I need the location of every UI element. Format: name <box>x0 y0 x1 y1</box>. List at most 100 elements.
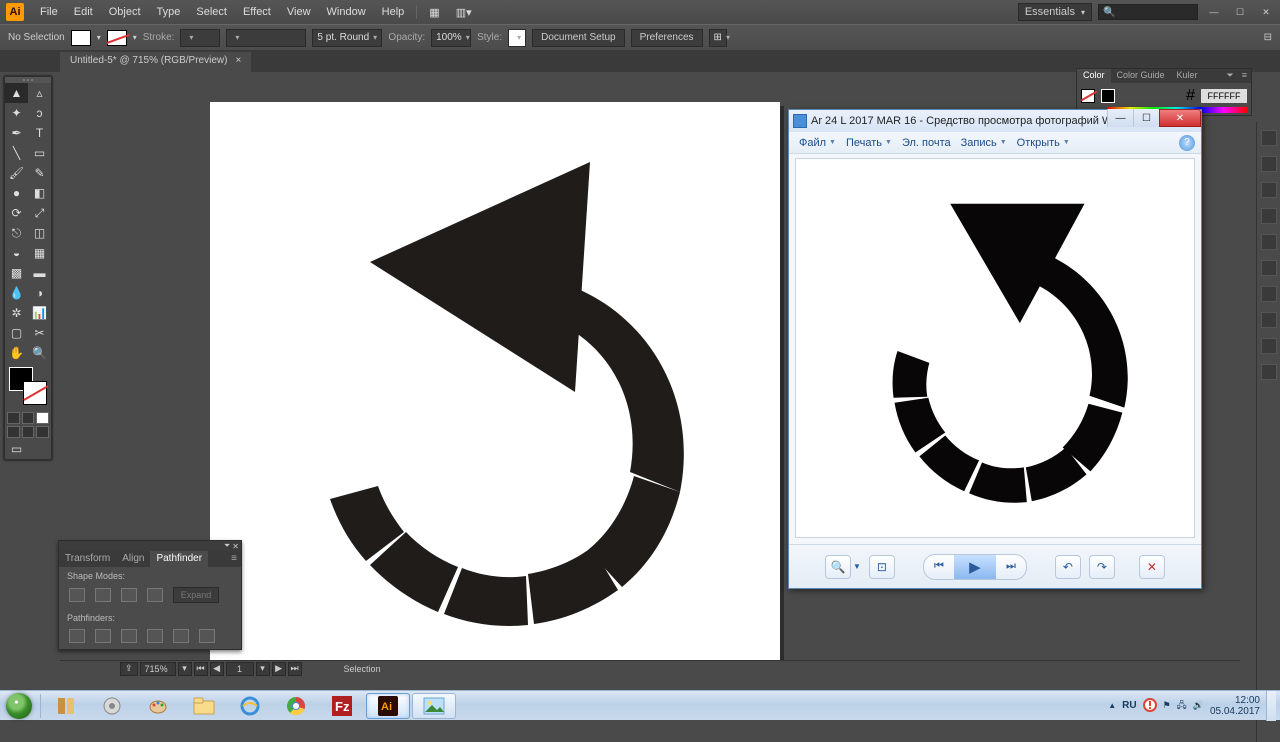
draw-behind-icon[interactable] <box>22 426 35 438</box>
zoom-tool[interactable]: 🔍 <box>28 343 51 363</box>
width-tool[interactable]: ⎋ <box>5 223 28 243</box>
pen-tool[interactable]: ✒ <box>5 123 28 143</box>
crop-icon[interactable] <box>147 629 163 643</box>
wpv-actual-size-button[interactable]: ⊡ <box>869 555 895 579</box>
fill-swatch[interactable] <box>71 30 91 46</box>
zoom-level[interactable]: 715% <box>140 662 176 676</box>
brushes-panel-icon[interactable] <box>1261 182 1277 198</box>
tray-clock[interactable]: 12:00 05.04.2017 <box>1210 695 1260 717</box>
wpv-prev-button[interactable]: ⏮ <box>924 555 954 579</box>
artboard-tool[interactable]: ▢ <box>5 323 28 343</box>
panel-header[interactable]: ⏷✕ <box>59 541 241 551</box>
taskbar-media-icon[interactable] <box>90 693 134 719</box>
rotate-tool[interactable]: ⟳ <box>5 203 28 223</box>
taskbar-photoviewer-icon[interactable] <box>412 693 456 719</box>
workspace-switcher[interactable]: Essentials <box>1018 3 1092 21</box>
eyedropper-tool[interactable]: 💧 <box>5 283 28 303</box>
blob-brush-tool[interactable]: ● <box>5 183 28 203</box>
taskbar-ie-icon[interactable] <box>228 693 272 719</box>
menu-select[interactable]: Select <box>188 6 235 18</box>
hand-tool[interactable]: ✋ <box>5 343 28 363</box>
panel-collapse-icon[interactable]: ⏷ <box>1223 69 1238 83</box>
artboard-dropdown[interactable]: ▾ <box>256 662 270 676</box>
graph-tool[interactable]: 📊 <box>28 303 51 323</box>
wpv-minimize-button[interactable]: — <box>1107 109 1133 127</box>
document-tab[interactable]: Untitled-5* @ 715% (RGB/Preview) × <box>60 52 251 72</box>
menu-file[interactable]: File <box>32 6 66 18</box>
lasso-tool[interactable]: ɔ <box>28 103 51 123</box>
chevron-down-icon[interactable]: ▼ <box>853 562 861 571</box>
variable-width-profile[interactable] <box>226 29 306 47</box>
wpv-zoom-button[interactable]: 🔍 <box>825 555 851 579</box>
wpv-menu-print[interactable]: Печать▼ <box>842 135 896 151</box>
layers-panel-icon[interactable] <box>1261 364 1277 380</box>
tab-color-guide[interactable]: Color Guide <box>1111 69 1171 83</box>
eraser-tool[interactable]: ◧ <box>28 183 51 203</box>
wpv-menu-file[interactable]: Файл▼ <box>795 135 840 151</box>
screen-mode-tool[interactable]: ▭ <box>5 439 28 459</box>
menu-object[interactable]: Object <box>101 6 149 18</box>
wpv-rotate-cw-button[interactable]: ↷ <box>1089 555 1115 579</box>
last-artboard-button[interactable]: ⏭ <box>288 662 302 676</box>
chevron-down-icon[interactable] <box>97 32 101 43</box>
wpv-slideshow-button[interactable]: ▶ <box>954 555 996 579</box>
direct-selection-tool[interactable]: ▵ <box>28 83 51 103</box>
next-artboard-button[interactable]: ▶ <box>272 662 286 676</box>
perspective-tool[interactable]: ▦ <box>28 243 51 263</box>
taskbar-chrome-icon[interactable] <box>274 693 318 719</box>
wpv-rotate-ccw-button[interactable]: ↶ <box>1055 555 1081 579</box>
tray-action-center-icon[interactable]: ⚑ <box>1163 700 1171 711</box>
control-flyout-icon[interactable]: ⊟ <box>1264 32 1272 43</box>
panel-menu-icon[interactable]: ≡ <box>1238 69 1251 83</box>
shape-builder-tool[interactable]: ◒ <box>5 243 28 263</box>
wpv-close-button[interactable]: ✕ <box>1159 109 1201 127</box>
symbols-panel-icon[interactable] <box>1261 208 1277 224</box>
tray-volume-icon[interactable]: 🔊 <box>1193 700 1204 711</box>
wpv-menu-burn[interactable]: Запись▼ <box>957 135 1011 151</box>
artboard[interactable] <box>210 102 780 672</box>
paintbrush-tool[interactable]: 🖌 <box>5 163 28 183</box>
transparency-panel-icon[interactable] <box>1261 286 1277 302</box>
scale-tool[interactable]: ⤢ <box>28 203 51 223</box>
gradient-mode-icon[interactable] <box>22 412 35 424</box>
artboard-number[interactable]: 1 <box>226 662 254 676</box>
trim-icon[interactable] <box>95 629 111 643</box>
tab-align[interactable]: Align <box>116 551 150 567</box>
wpv-maximize-button[interactable]: ☐ <box>1133 109 1159 127</box>
fill-stroke-control[interactable] <box>7 365 49 409</box>
minus-back-icon[interactable] <box>199 629 215 643</box>
chevron-down-icon[interactable] <box>133 32 137 43</box>
taskbar-explorer-icon[interactable] <box>182 693 226 719</box>
expand-button[interactable]: Expand <box>173 587 219 603</box>
taskbar-totalcmd-icon[interactable] <box>44 693 88 719</box>
prev-artboard-button[interactable]: ◀ <box>210 662 224 676</box>
tray-security-icon[interactable] <box>1143 698 1157 714</box>
draw-inside-icon[interactable] <box>36 426 49 438</box>
tray-show-hidden-icon[interactable]: ▲ <box>1108 701 1116 710</box>
type-tool[interactable]: T <box>28 123 51 143</box>
tab-close-icon[interactable]: × <box>235 55 241 72</box>
draw-normal-icon[interactable] <box>7 426 20 438</box>
gradient-panel-icon[interactable] <box>1261 260 1277 276</box>
menu-edit[interactable]: Edit <box>66 6 101 18</box>
first-artboard-button[interactable]: ⏮ <box>194 662 208 676</box>
menu-help[interactable]: Help <box>374 6 413 18</box>
minus-front-icon[interactable] <box>95 588 111 602</box>
wpv-delete-button[interactable]: ✕ <box>1139 555 1165 579</box>
stroke-panel-icon[interactable] <box>1261 234 1277 250</box>
tab-color[interactable]: Color <box>1077 69 1111 83</box>
selection-tool[interactable]: ▲ <box>5 83 28 103</box>
align-to-button[interactable]: ⊞ <box>709 29 727 47</box>
zoom-dropdown[interactable]: ▾ <box>178 662 192 676</box>
menu-view[interactable]: View <box>279 6 319 18</box>
wpv-menu-email[interactable]: Эл. почта <box>898 135 955 151</box>
taskbar-paint-icon[interactable] <box>136 693 180 719</box>
color-panel-icon[interactable] <box>1261 130 1277 146</box>
tab-pathfinder[interactable]: Pathfinder <box>150 551 208 567</box>
search-input[interactable]: 🔍 <box>1098 4 1198 20</box>
free-transform-tool[interactable]: ◫ <box>28 223 51 243</box>
wpv-menu-open[interactable]: Открыть▼ <box>1013 135 1074 151</box>
exclude-icon[interactable] <box>147 588 163 602</box>
tab-transform[interactable]: Transform <box>59 551 116 567</box>
document-setup-button[interactable]: Document Setup <box>532 29 625 47</box>
